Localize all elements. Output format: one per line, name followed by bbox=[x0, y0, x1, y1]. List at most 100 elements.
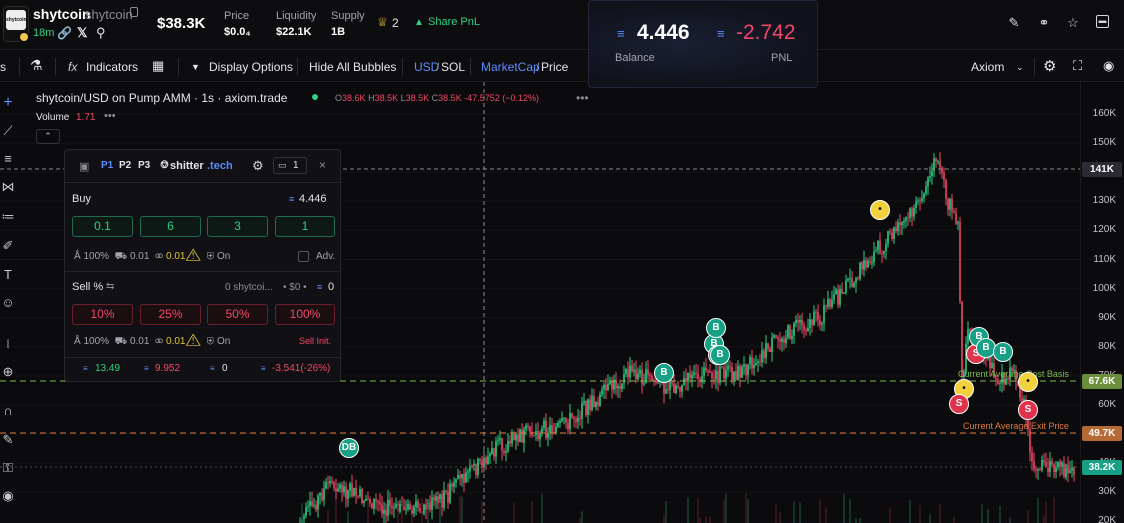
share-icon[interactable]: ▲ bbox=[414, 17, 424, 28]
fullscreen-icon[interactable]: ⛶ bbox=[1073, 58, 1082, 74]
ruler-tool-icon[interactable]: ⧙ bbox=[0, 335, 16, 353]
pattern-tool-icon[interactable]: ⋈ bbox=[0, 178, 16, 196]
stat-holding: 0 bbox=[222, 363, 228, 374]
token-logo[interactable]: shytcoin bbox=[3, 6, 30, 43]
lock-icon[interactable]: ⚿ bbox=[0, 459, 16, 477]
price-toggle[interactable]: Price bbox=[541, 60, 568, 74]
lock-drawing-icon[interactable]: ✎ bbox=[0, 431, 16, 449]
sell-percent-button-3[interactable]: 50% bbox=[207, 304, 268, 325]
candle-body bbox=[1057, 461, 1059, 468]
layout-grid-icon[interactable]: ▦ bbox=[152, 58, 164, 74]
copy-icon[interactable] bbox=[130, 7, 138, 17]
drag-handle-icon[interactable]: ▣ bbox=[79, 160, 89, 173]
trendline-tool-icon[interactable]: ⟋ bbox=[0, 122, 16, 140]
price-scale[interactable]: 160K150K140K130K120K110K100K90K80K70K60K… bbox=[1080, 82, 1124, 523]
buy-amount-button-2[interactable]: 6 bbox=[140, 216, 201, 237]
display-options-button[interactable]: Display Options bbox=[209, 60, 293, 74]
emoji-tool-icon[interactable]: ☺ bbox=[0, 294, 16, 312]
candle-body bbox=[321, 492, 323, 500]
candle-body bbox=[531, 431, 533, 436]
candle-body bbox=[855, 277, 857, 284]
chart-area[interactable]: + ⟋ ≡ ⋈ ≔ ✐ T ☺ ⧙ ⊕ ∩ ✎ ⚿ ◉ shytcoin/USD… bbox=[0, 82, 1124, 523]
advanced-checkbox[interactable] bbox=[298, 251, 309, 262]
buy-amount-button-4[interactable]: 1 bbox=[275, 216, 335, 237]
candle-body bbox=[449, 483, 451, 503]
candle-body bbox=[731, 366, 733, 381]
camera-icon[interactable]: ◉ bbox=[1103, 58, 1114, 74]
candle-body bbox=[761, 350, 763, 363]
volume-more-icon[interactable]: ••• bbox=[104, 110, 116, 122]
sell-settings-row[interactable]: Å 100% ⛟ 0.01 ⚭ 0.01⚠ ⛨ On bbox=[74, 336, 230, 349]
share-network-icon[interactable]: ⚭ bbox=[1036, 15, 1052, 31]
candle-body bbox=[603, 384, 605, 390]
wallet-trade-bubble[interactable]: • bbox=[1018, 372, 1038, 392]
buy-bubble[interactable]: B bbox=[710, 345, 730, 365]
wallet-trade-bubble[interactable]: • bbox=[870, 200, 890, 220]
fib-tool-icon[interactable]: ≔ bbox=[0, 208, 16, 226]
buy-amount-button-3[interactable]: 3 bbox=[207, 216, 268, 237]
candle-body bbox=[725, 369, 727, 379]
token-ticker: shytcoin bbox=[85, 7, 133, 22]
buy-amount-button-1[interactable]: 0.1 bbox=[72, 216, 133, 237]
edit-icon[interactable]: ✎ bbox=[1006, 15, 1022, 31]
horizontal-lines-tool-icon[interactable]: ≡ bbox=[0, 150, 16, 168]
candle-body bbox=[527, 425, 529, 427]
magnet-icon[interactable]: ∩ bbox=[0, 402, 16, 420]
provider-select[interactable]: Axiom bbox=[971, 60, 1004, 74]
star-icon[interactable]: ☆ bbox=[1065, 15, 1081, 31]
pnl-card[interactable]: ≡ 4.446 Balance ≡ -2.742 PNL bbox=[588, 0, 818, 88]
tab-p3[interactable]: P3 bbox=[138, 160, 150, 171]
candle-body bbox=[723, 367, 725, 379]
candle-body bbox=[727, 366, 729, 370]
volume-bar bbox=[1027, 510, 1029, 523]
sell-bubble[interactable]: S bbox=[1018, 400, 1038, 420]
brush-tool-icon[interactable]: ✐ bbox=[0, 237, 16, 255]
text-tool-icon[interactable]: T bbox=[0, 266, 16, 284]
buy-bubble[interactable]: B bbox=[706, 318, 726, 338]
candle-body bbox=[523, 429, 525, 443]
buy-mev: On bbox=[216, 251, 231, 262]
sell-bubble[interactable]: S bbox=[949, 394, 969, 414]
candle-body bbox=[429, 502, 431, 510]
x-twitter-icon[interactable]: 𝕏 bbox=[77, 25, 87, 41]
share-pnl-link[interactable]: Share PnL bbox=[428, 16, 480, 28]
crosshair-tool-icon[interactable]: + bbox=[0, 94, 16, 112]
buy-bubble[interactable]: B bbox=[993, 342, 1013, 362]
window-icon[interactable]: ▬ bbox=[1096, 15, 1109, 28]
candle-body bbox=[465, 472, 467, 483]
panel-settings-icon[interactable]: ⚙ bbox=[252, 158, 264, 174]
dev-buy-bubble[interactable]: DB bbox=[339, 438, 359, 458]
collapse-legend-icon[interactable]: ⌃ bbox=[36, 129, 60, 144]
tab-p2[interactable]: P2 bbox=[119, 160, 131, 171]
buy-balance: 4.446 bbox=[299, 193, 327, 205]
sell-percent-button-1[interactable]: 10% bbox=[72, 304, 133, 325]
interval-menu-icon[interactable]: s bbox=[0, 60, 6, 74]
candle-body bbox=[463, 474, 465, 483]
indicators-button[interactable]: Indicators bbox=[86, 60, 138, 74]
candles-icon[interactable]: ⚗ bbox=[30, 57, 43, 74]
zoom-in-icon[interactable]: ⊕ bbox=[0, 363, 16, 381]
sell-percent-button-4[interactable]: 100% bbox=[275, 304, 335, 325]
eye-icon[interactable]: ◉ bbox=[0, 487, 16, 505]
shield-icon: ⛨ bbox=[206, 251, 215, 262]
candle-body bbox=[507, 440, 509, 452]
sell-init-link[interactable]: Sell Init. bbox=[299, 336, 331, 346]
swap-icon[interactable]: ⇆ bbox=[106, 281, 114, 292]
sell-percent-button-2[interactable]: 25% bbox=[140, 304, 201, 325]
link-icon[interactable]: 🔗 bbox=[57, 26, 72, 40]
volume-bar bbox=[999, 506, 1001, 523]
fx-icon: fx bbox=[68, 60, 78, 74]
search-icon[interactable]: ⚲ bbox=[96, 25, 106, 41]
candle-body bbox=[457, 475, 459, 479]
candle-body bbox=[771, 337, 773, 352]
marketcap-toggle[interactable]: MarketCap bbox=[481, 60, 540, 74]
close-icon[interactable]: × bbox=[319, 158, 326, 172]
sol-toggle[interactable]: SOL bbox=[441, 60, 465, 74]
settings-gear-icon[interactable]: ⚙ bbox=[1043, 57, 1056, 75]
hide-bubbles-button[interactable]: Hide All Bubbles bbox=[309, 60, 396, 74]
candle-body bbox=[759, 361, 761, 363]
tab-p1[interactable]: P1 bbox=[101, 160, 113, 171]
buy-bubble[interactable]: B bbox=[654, 363, 674, 383]
buy-settings-row[interactable]: Å 100% ⛟ 0.01 ⚭ 0.01⚠ ⛨ On bbox=[74, 251, 230, 264]
legend-more-icon[interactable]: ••• bbox=[576, 91, 589, 105]
